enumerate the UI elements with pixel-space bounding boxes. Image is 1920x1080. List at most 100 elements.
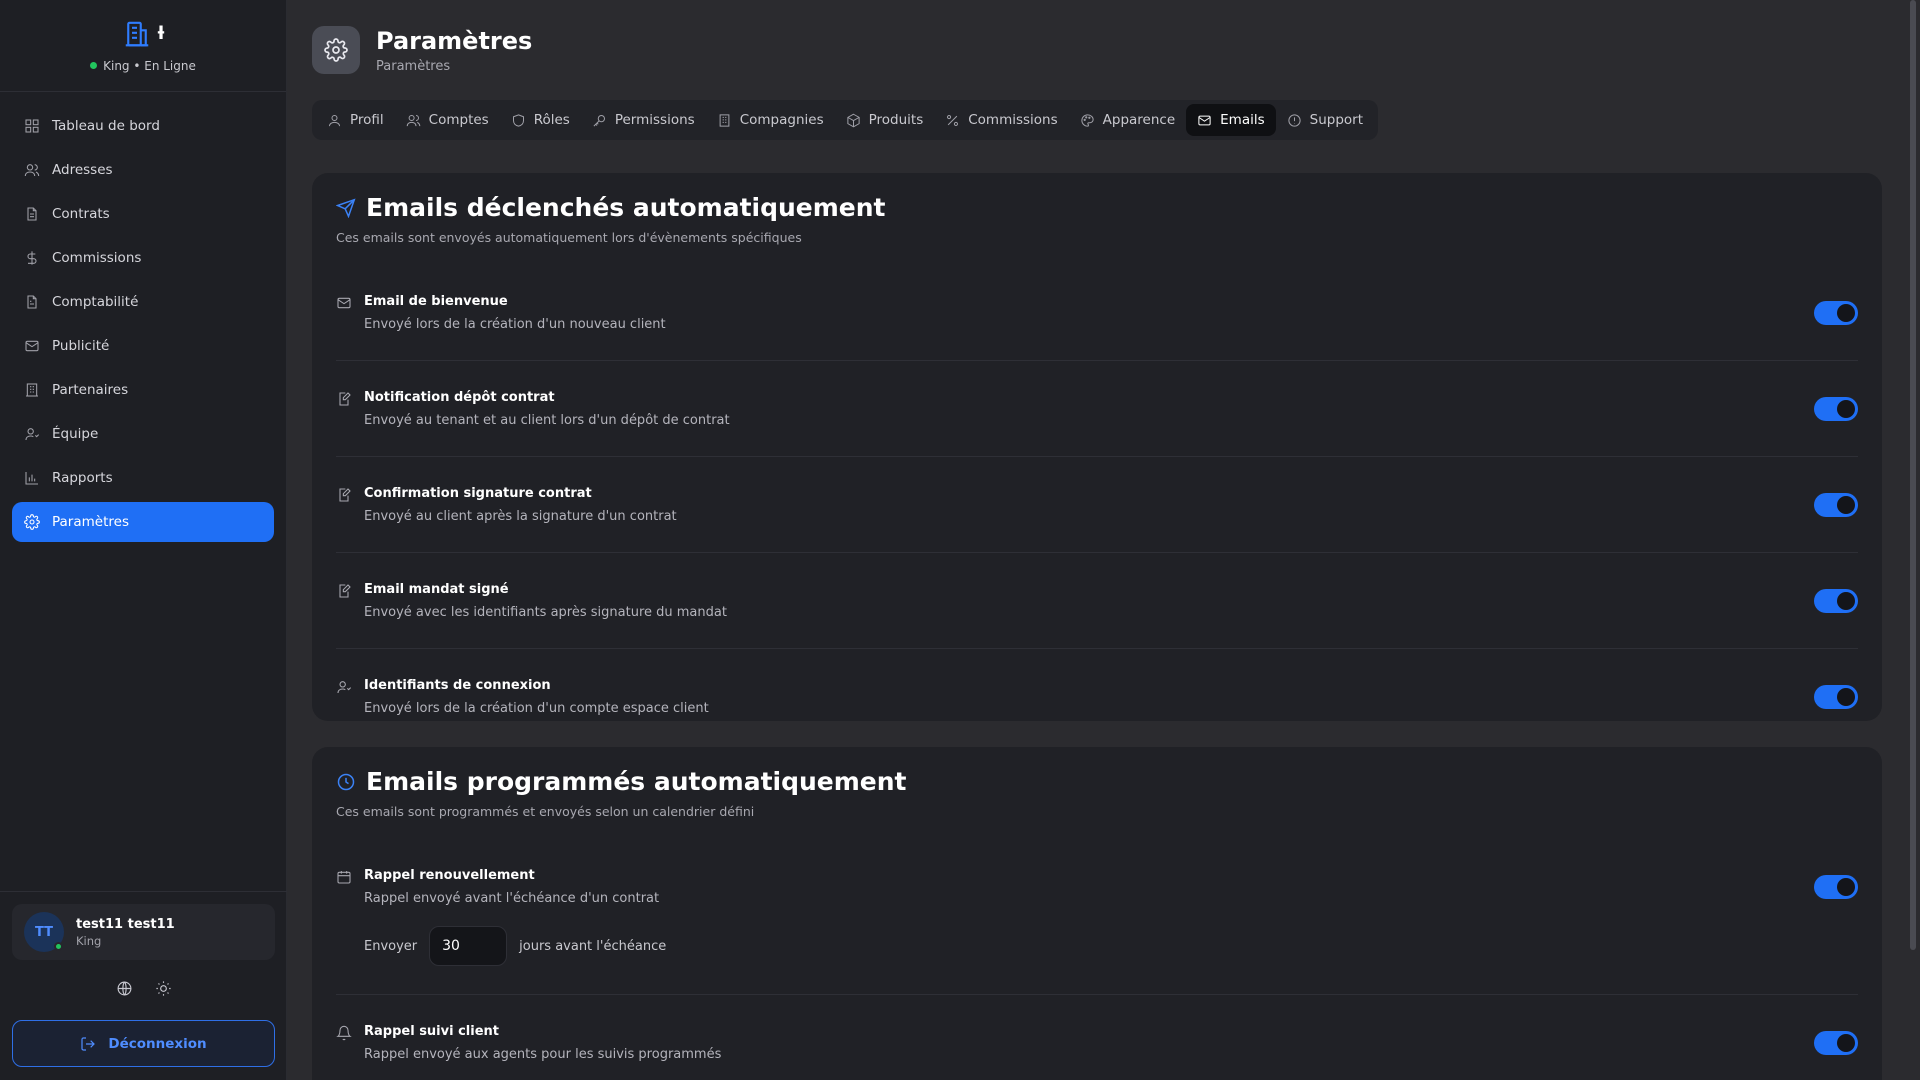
toggle-knob [1837, 495, 1855, 514]
tab-emails[interactable]: Emails [1186, 104, 1276, 136]
scrollbar[interactable] [1910, 0, 1916, 950]
tab-produits[interactable]: Produits [835, 104, 935, 136]
tab-label: Comptes [428, 112, 489, 128]
gear-icon [24, 514, 40, 530]
email-setting-row: Email de bienvenue Envoyé lors de la cré… [336, 265, 1858, 361]
logout-label: Déconnexion [108, 1035, 207, 1052]
toggle-switch[interactable] [1814, 396, 1858, 421]
sidebar-tools [0, 980, 287, 997]
toggle-switch[interactable] [1814, 300, 1858, 325]
mail-icon [337, 297, 351, 308]
main-content: Paramètres Paramètres Profil Comptes Rôl… [288, 0, 1920, 1080]
row-description: Envoyé au tenant et au client lors d'un … [364, 412, 730, 428]
ledger-icon [27, 295, 37, 309]
document-icon [27, 207, 37, 221]
row-title: Rappel renouvellement [364, 867, 535, 883]
row-description: Rappel envoyé aux agents pour les suivis… [364, 1046, 722, 1062]
tab-label: Compagnies [739, 112, 824, 128]
brand-logo[interactable]: ƚ [122, 19, 164, 49]
email-setting-row: Email mandat signé Envoyé avec les ident… [336, 553, 1858, 649]
send-prefix: Envoyer [364, 938, 418, 954]
card-title: Emails déclenchés automatiquement [336, 193, 1858, 222]
edit-document-icon [339, 487, 351, 502]
sidebar-item-label: Publicité [52, 338, 110, 354]
building-icon [26, 383, 38, 397]
tab-label: Emails [1220, 112, 1265, 128]
toggle-knob [1837, 877, 1855, 896]
tab-label: Permissions [614, 112, 695, 128]
shield-icon [512, 113, 524, 127]
tab-apparence[interactable]: Apparence [1069, 104, 1187, 136]
mail-icon [1198, 115, 1211, 125]
row-title: Email de bienvenue [364, 293, 508, 309]
sidebar-item-commissions[interactable]: Commissions [12, 238, 274, 278]
dollar-icon [27, 251, 37, 265]
card-description: Ces emails sont envoyés automatiquement … [336, 230, 802, 245]
tab-label: Produits [868, 112, 924, 128]
sidebar-item-label: Adresses [52, 162, 113, 178]
sidebar-item-adresses[interactable]: Adresses [12, 150, 274, 190]
sidebar-item-contrats[interactable]: Contrats [12, 194, 274, 234]
tab-label: Commissions [968, 112, 1058, 128]
gear-icon [324, 38, 348, 62]
row-description: Rappel envoyé avant l'échéance d'un cont… [364, 890, 660, 906]
key-icon [593, 114, 605, 126]
sidebar-item-comptabilite[interactable]: Comptabilité [12, 282, 274, 322]
toggle-switch[interactable] [1814, 492, 1858, 517]
sidebar-item-label: Tableau de bord [52, 118, 160, 134]
tab-roles[interactable]: Rôles [500, 104, 581, 136]
tab-profil[interactable]: Profil [316, 104, 395, 136]
bell-icon [336, 1025, 352, 1040]
package-icon [846, 113, 860, 127]
sidebar-item-equipe[interactable]: Équipe [12, 414, 274, 454]
row-title: Identifiants de connexion [364, 677, 551, 693]
edit-document-icon [339, 583, 351, 598]
globe-icon[interactable] [116, 980, 133, 997]
sidebar-item-partenaires[interactable]: Partenaires [12, 370, 274, 410]
row-description: Envoyé au client après la signature d'un… [364, 508, 677, 524]
row-title: Notification dépôt contrat [364, 389, 555, 405]
tab-permissions[interactable]: Permissions [581, 104, 706, 136]
toggle-switch[interactable] [1814, 874, 1858, 899]
brand: ƚ King • En Ligne [0, 0, 286, 92]
status-text: King • En Ligne [103, 58, 196, 73]
online-status: King • En Ligne [90, 59, 196, 73]
tab-support[interactable]: Support [1276, 104, 1374, 136]
renewal-days-setting: Envoyer jours avant l'échéance [336, 926, 1858, 994]
settings-tabs: Profil Comptes Rôles Permissions Compagn… [312, 100, 1379, 140]
page-header: Paramètres Paramètres [312, 26, 532, 74]
tab-label: Apparence [1102, 112, 1176, 128]
tab-commissions[interactable]: Commissions [934, 104, 1068, 136]
days-before-input[interactable] [429, 926, 508, 966]
sidebar-item-tableau-de-bord[interactable]: Tableau de bord [12, 106, 274, 146]
user-icon [329, 114, 340, 126]
user-check-icon [337, 680, 352, 693]
sidebar-item-label: Contrats [52, 206, 110, 222]
card-title-text: Emails programmés automatiquement [366, 767, 907, 796]
sidebar-item-label: Commissions [52, 250, 142, 266]
toggle-switch[interactable] [1814, 684, 1858, 709]
toggle-knob [1837, 399, 1855, 418]
tab-label: Support [1309, 112, 1364, 128]
header-icon-box [312, 26, 360, 74]
sidebar-item-rapports[interactable]: Rapports [12, 458, 274, 498]
sidebar-item-publicite[interactable]: Publicité [12, 326, 274, 366]
toggle-switch[interactable] [1814, 588, 1858, 613]
sidebar-item-parametres[interactable]: Paramètres [12, 502, 274, 542]
email-setting-row: Notification dépôt contrat Envoyé au ten… [336, 361, 1858, 457]
user-card[interactable]: TT test11 test11 King [12, 904, 275, 960]
tab-compagnies[interactable]: Compagnies [706, 104, 835, 136]
tab-label: Rôles [533, 112, 570, 128]
building-icon [719, 113, 730, 127]
card-title-text: Emails déclenchés automatiquement [366, 193, 886, 222]
row-description: Envoyé lors de la création d'un nouveau … [364, 316, 666, 332]
logout-button[interactable]: Déconnexion [12, 1020, 275, 1067]
sun-icon[interactable] [155, 980, 172, 997]
clock-icon [337, 773, 355, 790]
chart-icon [25, 472, 38, 485]
info-icon [1288, 113, 1301, 127]
toggle-switch[interactable] [1814, 1030, 1858, 1055]
triggered-emails-card: Emails déclenchés automatiquement Ces em… [312, 173, 1882, 721]
dashboard-icon [25, 119, 39, 133]
tab-comptes[interactable]: Comptes [395, 104, 500, 136]
